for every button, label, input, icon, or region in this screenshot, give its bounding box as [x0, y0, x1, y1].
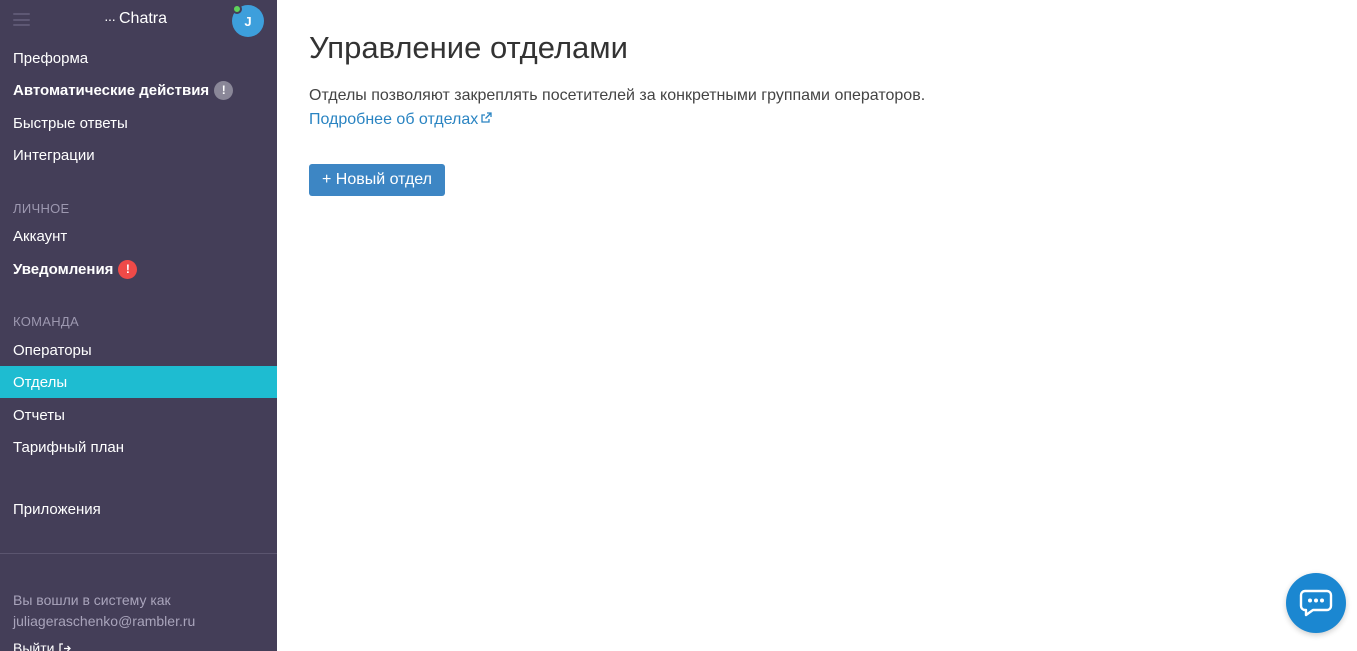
new-department-button[interactable]: + Новый отдел [309, 164, 445, 196]
section-label-team: КОМАНДА [13, 314, 80, 329]
page-description: Отделы позволяют закреплять посетителей … [309, 87, 926, 104]
sidebar-item-operators[interactable]: Операторы [0, 334, 277, 366]
logged-in-info: Вы вошли в систему как juliageraschenko@… [13, 590, 195, 632]
external-link-icon [481, 112, 492, 123]
page-title: Управление отделами [309, 30, 628, 65]
app-root: ··· Chatra J Преформа Автоматические дей… [0, 0, 1357, 651]
sidebar-topbar: ··· Chatra J [0, 0, 277, 40]
sidebar-item-apps[interactable]: Приложения [0, 493, 277, 525]
sidebar-item-label: Отчеты [13, 406, 65, 424]
dots-icon: ··· [104, 11, 116, 27]
brand[interactable]: ··· Chatra [104, 10, 167, 28]
sidebar-item-departments[interactable]: Отделы [0, 366, 277, 398]
sidebar-item-notifications[interactable]: Уведомления ! [0, 253, 277, 285]
sidebar-divider [0, 553, 277, 554]
logout-icon [59, 642, 72, 651]
sidebar-item-preform[interactable]: Преформа [0, 42, 277, 74]
sidebar-item-label: Отделы [13, 373, 68, 391]
hamburger-icon[interactable] [13, 13, 30, 26]
sidebar-item-label: Автоматические действия [13, 81, 210, 99]
logout-link[interactable]: Выйти [13, 640, 72, 651]
sidebar-item-label: Преформа [13, 49, 89, 67]
sidebar-item-quick-replies[interactable]: Быстрые ответы [0, 107, 277, 139]
chat-widget-button[interactable] [1286, 573, 1346, 633]
sidebar-item-label: Приложения [13, 500, 101, 518]
sidebar-item-label: Аккаунт [13, 227, 68, 245]
learn-more-label: Подробнее об отделах [309, 111, 479, 128]
sidebar-item-label: Интеграции [13, 146, 95, 164]
section-label-personal: ЛИЧНОЕ [13, 201, 70, 216]
logged-in-label: Вы вошли в систему как [13, 592, 171, 608]
sidebar-item-tariff[interactable]: Тарифный план [0, 431, 277, 463]
sidebar-item-auto-actions[interactable]: Автоматические действия ! [0, 74, 277, 106]
alert-badge-icon: ! [118, 259, 138, 279]
sidebar-item-label: Операторы [13, 341, 92, 359]
sidebar-item-integrations[interactable]: Интеграции [0, 139, 277, 171]
sidebar-item-label: Быстрые ответы [13, 114, 128, 132]
sidebar-item-reports[interactable]: Отчеты [0, 399, 277, 431]
chat-bubble-icon [1299, 589, 1333, 617]
sidebar-item-label: Уведомления [13, 260, 114, 278]
avatar-initial: J [244, 13, 252, 29]
sidebar-item-account[interactable]: Аккаунт [0, 220, 277, 252]
online-status-icon [232, 4, 242, 14]
learn-more-link[interactable]: Подробнее об отделах [309, 111, 492, 129]
warning-badge-icon: ! [214, 80, 234, 100]
main-content: Управление отделами Отделы позволяют зак… [277, 0, 1357, 651]
sidebar: ··· Chatra J Преформа Автоматические дей… [0, 0, 277, 651]
brand-name: Chatra [119, 10, 168, 27]
user-email: juliageraschenko@rambler.ru [13, 613, 196, 629]
logout-label: Выйти [13, 640, 55, 651]
sidebar-item-label: Тарифный план [13, 438, 125, 456]
